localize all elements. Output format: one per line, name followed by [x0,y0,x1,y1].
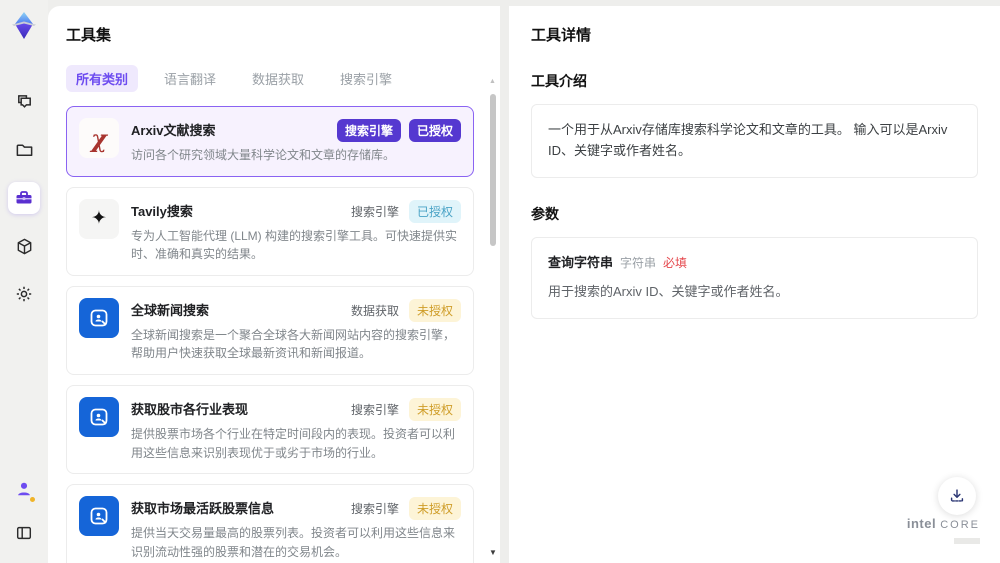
download-icon [950,489,964,502]
tavily-star-icon: ✦ [79,198,119,239]
tool-name: Arxiv文献搜索 [131,123,216,138]
tool-details-panel: 工具详情 工具介绍 一个用于从Arxiv存储库搜索科学论文和文章的工具。 输入可… [509,6,1000,563]
app-logo-gem-icon [6,8,42,44]
scroll-down-arrow[interactable]: ▼ [489,548,497,557]
status-badge: 未授权 [408,397,461,421]
status-badge: 未授权 [408,298,461,322]
tab-language-translation[interactable]: 语言翻译 [154,65,226,92]
toolbox-icon[interactable] [8,182,40,214]
intel-core-logo: intel CORE [907,516,980,549]
tool-name: Tavily搜索 [131,203,193,219]
panel-toggle-icon[interactable] [8,517,40,549]
tab-data-fetch[interactable]: 数据获取 [242,65,314,92]
tool-name: 获取股市各行业表现 [131,401,249,417]
user-status-dot [30,497,35,502]
intro-card: 一个用于从Arxiv存储库搜索科学论文和文章的工具。 输入可以是Arxiv ID… [531,104,978,178]
params-heading: 参数 [531,205,559,222]
category-label: 数据获取 [350,303,399,318]
toolset-panel: 工具集 所有类别 语言翻译 数据获取 搜索引擎 χ Arxiv文献搜索 搜索引擎… [48,6,500,563]
param-type: 字符串 [620,255,657,270]
tab-all-categories[interactable]: 所有类别 [66,65,139,92]
scroll-up-arrow[interactable]: ▲ [489,78,496,85]
intro-text: 一个用于从Arxiv存储库搜索科学论文和文章的工具。 输入可以是Arxiv ID… [548,122,948,158]
category-label: 搜索引擎 [350,402,399,417]
tool-card-global-news[interactable]: 全球新闻搜索 数据获取 未授权 全球新闻搜索是一个聚合全球各大新闻网站内容的搜索… [66,285,474,375]
category-label: 搜索引擎 [350,204,399,219]
stock-search-icon [79,396,119,437]
tool-card-stock-sector[interactable]: 获取股市各行业表现 搜索引擎 未授权 提供股票市场各个行业在特定时间段内的表现。… [66,384,474,475]
param-card: 查询字符串 字符串 必填 用于搜索的Arxiv ID、关键字或作者姓名。 [531,236,978,320]
gear-icon[interactable] [8,278,40,310]
details-title: 工具详情 [531,27,592,44]
brand-intel-text: intel [906,516,937,531]
tool-name: 全球新闻搜索 [131,302,210,318]
cube-icon[interactable] [8,230,40,262]
param-name: 查询字符串 [548,254,614,270]
brand-core-text: CORE [940,519,980,531]
category-label: 搜索引擎 [350,502,399,517]
tool-card-active-stocks[interactable]: 获取市场最活跃股票信息 搜索引擎 未授权 提供当天交易量最高的股票列表。投资者可… [66,484,474,563]
download-button[interactable] [938,477,976,515]
scrollbar-thumb[interactable] [490,94,496,246]
category-badge: 搜索引擎 [336,119,401,142]
list-scrollbar[interactable]: ▲ ▼ [488,78,498,559]
tab-search-engine[interactable]: 搜索引擎 [330,65,402,92]
tool-desc: 提供股票市场各个行业在特定时间段内的表现。投资者可以利用这些信息来识别表现优于或… [131,426,456,460]
tool-card-tavily[interactable]: ✦ Tavily搜索 搜索引擎 已授权 专为人工智能代理 (LLM) 构建的搜索… [66,186,474,276]
tool-list: χ Arxiv文献搜索 搜索引擎 已授权 访问各个研究领域大量科学论文和文章的存… [66,106,486,563]
chat-icon[interactable] [8,86,40,118]
status-badge: 未授权 [408,497,461,521]
brand-bar [954,538,980,544]
stock-search-icon [79,496,119,537]
tool-desc: 全球新闻搜索是一个聚合全球各大新闻网站内容的搜索引擎，帮助用户快速获取全球最新资… [131,327,456,361]
category-tabs: 所有类别 语言翻译 数据获取 搜索引擎 [66,65,486,92]
status-badge: 已授权 [408,119,461,142]
main-area: 工具集 所有类别 语言翻译 数据获取 搜索引擎 χ Arxiv文献搜索 搜索引擎… [48,6,1000,563]
intro-heading: 工具介绍 [531,73,587,89]
param-desc: 用于搜索的Arxiv ID、关键字或作者姓名。 [548,284,789,300]
tool-desc: 访问各个研究领域大量科学论文和文章的存储库。 [131,148,396,162]
tool-desc: 提供当天交易量最高的股票列表。投资者可以利用这些信息来识别流动性强的股票和潜在的… [131,526,456,559]
param-required-badge: 必填 [663,255,688,270]
status-badge: 已授权 [408,199,461,223]
news-search-icon [79,297,119,338]
user-icon[interactable] [8,473,40,505]
left-rail [0,0,48,563]
tool-card-arxiv[interactable]: χ Arxiv文献搜索 搜索引擎 已授权 访问各个研究领域大量科学论文和文章的存… [66,106,474,177]
toolset-title: 工具集 [66,27,112,44]
tool-name: 获取市场最活跃股票信息 [131,501,275,517]
arxiv-icon: χ [79,118,119,158]
tool-desc: 专为人工智能代理 (LLM) 构建的搜索引擎工具。可快速提供实时、准确和真实的结… [131,228,458,262]
folder-icon[interactable] [8,134,40,166]
